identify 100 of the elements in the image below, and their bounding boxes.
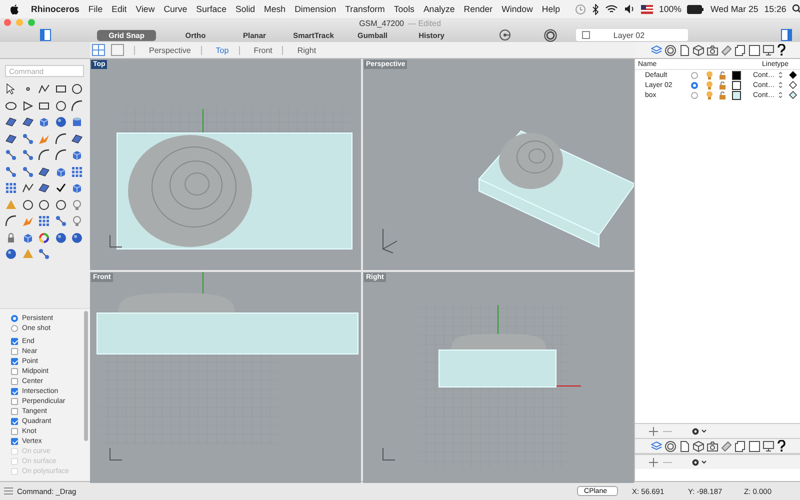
arc-icon[interactable] <box>5 215 17 227</box>
plane-icon[interactable] <box>71 132 83 144</box>
checkbox[interactable] <box>11 358 18 364</box>
polyline-icon[interactable] <box>38 83 50 95</box>
camera-icon[interactable] <box>707 440 718 452</box>
stepper-icon[interactable] <box>778 81 783 89</box>
camera-icon[interactable] <box>706 44 718 56</box>
light-bulb-icon[interactable] <box>706 90 713 100</box>
arc-icon[interactable] <box>54 132 66 144</box>
cube-icon[interactable] <box>38 116 50 128</box>
plus-icon[interactable] <box>649 426 658 436</box>
layer-dropdown[interactable]: Layer 02 <box>576 29 688 41</box>
cube-icon[interactable] <box>692 44 704 56</box>
circle-icon[interactable] <box>54 198 66 210</box>
menu-item[interactable]: Dimension <box>294 4 336 14</box>
layer-checkbox[interactable] <box>582 31 590 39</box>
menu-item[interactable]: Help <box>542 4 560 14</box>
sphere-icon[interactable] <box>5 248 17 260</box>
page-icon[interactable] <box>679 440 690 452</box>
plane-icon[interactable] <box>22 116 34 128</box>
nodes-icon[interactable] <box>22 132 34 144</box>
menu-item[interactable]: Surface <box>196 4 226 14</box>
wifi-icon[interactable] <box>604 4 618 14</box>
stepper-icon[interactable] <box>778 71 783 79</box>
target-icon[interactable] <box>665 440 676 452</box>
viewport-tab[interactable]: Top <box>216 46 229 54</box>
viewport-tab[interactable]: Right <box>297 46 316 54</box>
menu-item[interactable]: File <box>88 4 103 14</box>
stepper-icon[interactable] <box>778 91 783 99</box>
menu-item[interactable]: Analyze <box>423 4 455 14</box>
nodes-icon[interactable] <box>22 149 34 161</box>
monitor-icon[interactable] <box>763 440 774 452</box>
menu-item[interactable]: Render <box>464 4 493 14</box>
light-bulb-icon[interactable] <box>706 80 713 90</box>
sphere-icon[interactable] <box>71 232 83 244</box>
layer-color-swatch[interactable] <box>732 80 741 90</box>
menu-bar-date[interactable]: Wed Mar 25 <box>710 4 758 14</box>
single-viewport-icon[interactable] <box>111 44 124 56</box>
cylinder-icon[interactable] <box>71 116 83 128</box>
checkbox[interactable] <box>11 388 18 394</box>
plane-icon[interactable] <box>38 166 50 178</box>
arc-icon[interactable] <box>71 100 83 112</box>
sphere-icon[interactable] <box>54 116 66 128</box>
menu-item[interactable]: Solid <box>235 4 256 14</box>
app-menu[interactable]: Rhinoceros <box>31 4 80 14</box>
menu-item[interactable]: Edit <box>112 4 127 14</box>
triangle-icon[interactable] <box>22 100 34 112</box>
checkmark-icon[interactable] <box>54 182 66 194</box>
viewport-tab[interactable]: Front <box>254 46 272 54</box>
checkbox[interactable] <box>11 398 18 404</box>
nodes-icon[interactable] <box>38 248 50 260</box>
grip-icon[interactable] <box>4 487 13 495</box>
cube-icon[interactable] <box>693 440 704 452</box>
layer-color-swatch[interactable] <box>732 70 741 80</box>
checkbox[interactable] <box>11 378 18 384</box>
help-icon[interactable] <box>776 44 786 56</box>
menu-item[interactable]: Tools <box>394 4 414 14</box>
record-history-icon[interactable] <box>499 29 511 41</box>
polyline-icon[interactable] <box>22 182 34 194</box>
arc-icon[interactable] <box>54 149 66 161</box>
rectangle-icon[interactable] <box>54 83 66 95</box>
flag-icon[interactable] <box>640 4 653 14</box>
grid-icon[interactable] <box>5 182 17 194</box>
layer-color-swatch[interactable] <box>732 90 741 100</box>
color-wheel-icon[interactable] <box>38 232 50 244</box>
plane-icon[interactable] <box>5 132 17 144</box>
square-icon[interactable] <box>749 440 760 452</box>
lock-icon[interactable] <box>5 232 17 244</box>
document-icon[interactable] <box>734 44 746 56</box>
nodes-icon[interactable] <box>5 166 17 178</box>
menu-item[interactable]: View <box>136 4 155 14</box>
pointer-arrow-icon[interactable] <box>5 83 17 95</box>
speaker-icon[interactable] <box>624 4 635 14</box>
radio-button[interactable] <box>11 314 18 322</box>
menu-item[interactable]: Curve <box>164 4 188 14</box>
light-bulb-icon[interactable] <box>706 70 713 80</box>
radio-button[interactable] <box>11 324 18 332</box>
checkbox[interactable] <box>11 418 18 424</box>
checkbox[interactable] <box>11 338 18 344</box>
plus-icon[interactable] <box>649 458 658 466</box>
menu-item[interactable]: Transform <box>345 4 385 14</box>
current-layer-radio[interactable] <box>691 82 698 88</box>
scrollbar[interactable] <box>84 311 88 441</box>
plane-icon[interactable] <box>38 182 50 194</box>
padlock-icon[interactable] <box>719 80 726 90</box>
grid-icon[interactable] <box>71 166 83 178</box>
cube-icon[interactable] <box>71 182 83 194</box>
menu-item[interactable]: Window <box>502 4 533 14</box>
sidebar-toggle-icon[interactable] <box>40 29 51 41</box>
circle-icon[interactable] <box>71 83 83 95</box>
viewport-tab[interactable]: Perspective <box>149 46 191 54</box>
current-layer-radio[interactable] <box>691 72 698 78</box>
clock-icon[interactable] <box>574 4 586 14</box>
help-icon[interactable] <box>777 440 786 452</box>
search-icon[interactable] <box>792 4 800 14</box>
cube-icon[interactable] <box>22 232 34 244</box>
circle-icon[interactable] <box>54 100 66 112</box>
menu-item[interactable]: Mesh <box>264 4 286 14</box>
nodes-icon[interactable] <box>54 215 66 227</box>
light-bulb-icon[interactable] <box>71 215 83 227</box>
